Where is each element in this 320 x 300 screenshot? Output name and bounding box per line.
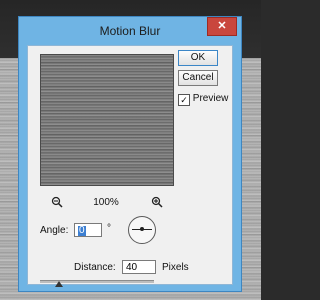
close-button[interactable]: ✕ xyxy=(207,17,237,36)
zoom-controls: 100% xyxy=(40,196,174,210)
motion-blur-dialog: Motion Blur ✕ OK Cancel ✓ Preview 100% A… xyxy=(18,16,242,292)
blur-preview-image[interactable] xyxy=(40,54,174,186)
distance-unit: Pixels xyxy=(162,262,189,273)
preview-checkbox-row[interactable]: ✓ Preview xyxy=(178,93,228,106)
zoom-in-icon[interactable] xyxy=(150,196,164,210)
dialog-content: OK Cancel ✓ Preview 100% Angle: 0 ° Dist… xyxy=(27,45,233,287)
distance-label: Distance: xyxy=(74,262,116,273)
title-bar[interactable]: Motion Blur ✕ xyxy=(19,17,241,45)
angle-unit: ° xyxy=(107,223,111,234)
ok-button[interactable]: OK xyxy=(178,50,218,66)
angle-dial-center xyxy=(140,227,144,231)
cancel-button[interactable]: Cancel xyxy=(178,70,218,86)
distance-slider-thumb[interactable] xyxy=(54,281,63,287)
preview-label: Preview xyxy=(192,93,229,104)
angle-label: Angle: xyxy=(40,225,69,236)
distance-input[interactable]: 40 xyxy=(122,260,156,274)
preview-checkbox[interactable]: ✓ xyxy=(178,94,190,106)
angle-value: 0 xyxy=(78,225,86,236)
zoom-out-icon[interactable] xyxy=(50,196,64,210)
zoom-level: 100% xyxy=(93,197,119,208)
angle-input[interactable]: 0 xyxy=(74,223,102,237)
angle-dial[interactable] xyxy=(128,216,156,244)
